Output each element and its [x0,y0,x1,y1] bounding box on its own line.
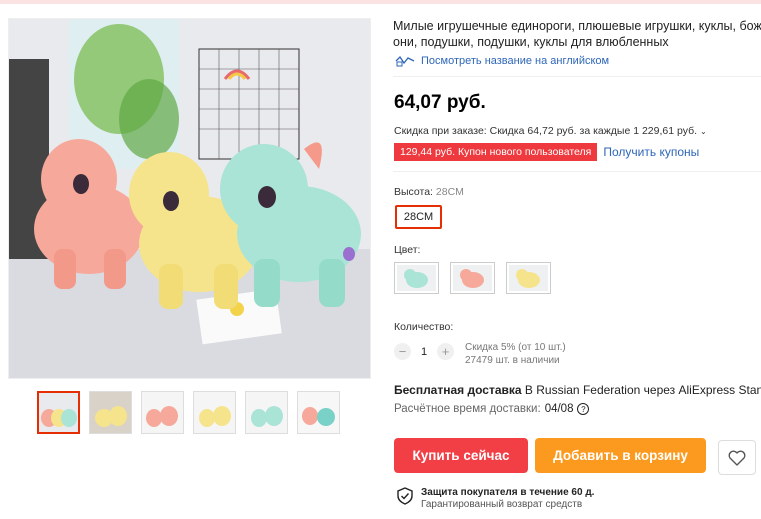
help-icon[interactable]: ? [577,403,590,415]
buyer-protection-text: Защита покупателя в течение 60 д. Гарант… [421,487,594,511]
get-coupons-link[interactable]: Получить купоны [603,145,699,159]
chevron-down-icon: ⌄ [699,127,707,136]
quantity-stepper: − 1 + [394,343,454,360]
thumbnail-3[interactable] [141,391,184,434]
order-discount[interactable]: Скидка при заказе: Скидка 64,72 руб. за … [394,125,707,137]
buy-now-button[interactable]: Купить сейчас [394,438,528,473]
shipping-route-text: В Russian Federation через AliExpress St… [521,383,761,397]
color-option-pink[interactable] [450,262,495,294]
thumbnail-2[interactable] [89,391,132,434]
shield-check-icon [397,487,413,505]
eta-date: 04/08 [544,403,574,415]
thumbnail-4[interactable] [193,391,236,434]
coupon-row: 129,44 руб. Купон нового пользователя По… [394,143,699,161]
quantity-info: Скидка 5% (от 10 шт.) 27479 шт. в наличи… [465,341,566,367]
divider [393,76,761,77]
color-label: Цвет: [394,244,421,256]
quantity-value[interactable]: 1 [411,346,437,358]
color-option-yellow[interactable] [506,262,551,294]
thumbnail-6[interactable] [297,391,340,434]
translate-link-label: Посмотреть название на английском [421,55,610,67]
divider [393,171,761,172]
translate-icon [395,55,415,67]
eta-label: Расчётное время доставки: [394,403,541,415]
new-user-coupon-badge: 129,44 руб. Купон нового пользователя [394,143,598,161]
thumbnail-strip [37,391,340,434]
stock-text: 27479 шт. в наличии [465,355,560,366]
delivery-eta: Расчётное время доставки: 04/08 ? [394,403,590,415]
height-label: Высота: 28CM [394,186,464,198]
heart-icon [728,450,746,466]
buyer-protection-subtitle: Гарантированный возврат средств [421,499,583,510]
top-strip [0,0,761,4]
quantity-minus-button[interactable]: − [394,343,411,360]
product-title-line-1: Милые игрушечные единороги, плюшевые игр… [393,19,761,33]
color-option-mint[interactable] [394,262,439,294]
bulk-discount-text: Скидка 5% (от 10 шт.) [465,342,566,353]
product-title-line-2: они, подушки, подушки, куклы для влюблен… [393,35,669,49]
thumbnail-1[interactable] [37,391,80,434]
quantity-label: Количество: [394,321,454,333]
color-options [394,262,551,294]
height-selected-value: 28CM [435,186,464,198]
quantity-plus-button[interactable]: + [437,343,454,360]
free-shipping-label: Бесплатная доставка [394,383,522,397]
price: 64,07 руб. [394,92,486,113]
add-to-cart-button[interactable]: Добавить в корзину [535,438,706,473]
thumbnail-5[interactable] [245,391,288,434]
height-option-28cm[interactable]: 28CM [395,205,442,229]
product-title: Милые игрушечные единороги, плюшевые игр… [393,18,761,50]
translate-link[interactable]: Посмотреть название на английском [395,55,609,67]
order-discount-text: Скидка при заказе: Скидка 64,72 руб. за … [394,125,698,137]
buyer-protection: Защита покупателя в течение 60 д. Гарант… [397,487,594,511]
buyer-protection-title: Защита покупателя в течение 60 д. [421,487,595,498]
height-label-text: Высота: [394,186,433,198]
main-product-image[interactable] [8,18,371,379]
delivery-info: Бесплатная доставка В Russian Federation… [394,383,761,397]
wishlist-button[interactable] [718,440,756,475]
